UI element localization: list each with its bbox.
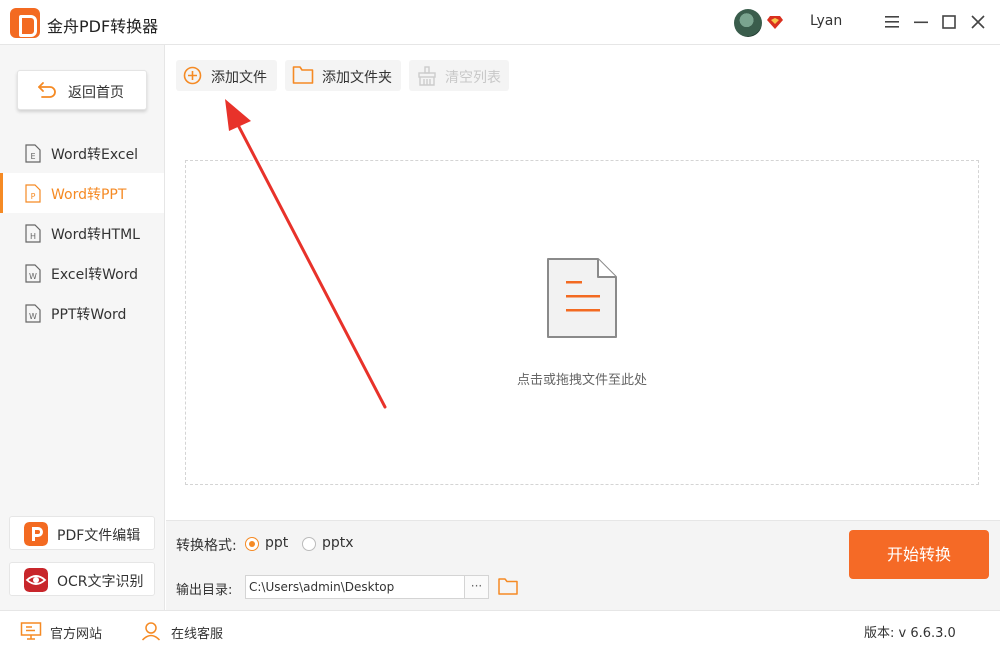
sidebar-item-excel-to-word[interactable]: W Excel转Word <box>0 253 164 293</box>
output-path-input[interactable] <box>245 575 465 599</box>
vip-diamond-icon[interactable] <box>767 15 783 29</box>
add-file-button[interactable]: 添加文件 <box>176 60 277 91</box>
avatar[interactable] <box>734 9 762 37</box>
broom-icon <box>418 66 436 86</box>
svg-text:W: W <box>29 312 37 321</box>
start-convert-button[interactable]: 开始转换 <box>849 530 989 579</box>
sidebar-item-label: Word转HTML <box>51 227 140 243</box>
document-icon <box>547 258 617 338</box>
return-arrow-icon <box>38 82 56 98</box>
folder-icon <box>292 66 314 84</box>
username[interactable]: Lyan <box>810 13 842 29</box>
sidebar-item-word-to-excel[interactable]: E Word转Excel <box>0 133 164 173</box>
output-dir-label: 输出目录: <box>176 583 233 598</box>
sidebar-item-label: PPT转Word <box>51 307 127 323</box>
monitor-icon <box>20 622 42 640</box>
ocr-button[interactable]: OCR文字识别 <box>9 562 155 596</box>
sidebar-item-word-to-html[interactable]: H Word转HTML <box>0 213 164 253</box>
sidebar-item-word-to-ppt[interactable]: P Word转PPT <box>0 173 164 213</box>
format-pptx-label[interactable]: pptx <box>322 535 354 551</box>
svg-text:P: P <box>31 192 36 201</box>
clear-list-button[interactable]: 清空列表 <box>409 60 509 91</box>
version-text: 版本: v 6.6.3.0 <box>864 626 956 641</box>
sidebar-item-label: Excel转Word <box>51 267 139 283</box>
excel-doc-icon: E <box>25 144 41 163</box>
minimize-icon[interactable] <box>911 12 931 32</box>
app-title: 金舟PDF转换器 <box>47 17 159 36</box>
sidebar: 返回首页 E Word转Excel P Word转PPT H Word转HTML… <box>0 45 165 610</box>
sidebar-item-ppt-to-word[interactable]: W PPT转Word <box>0 293 164 333</box>
back-home-label: 返回首页 <box>68 85 124 101</box>
add-circle-icon <box>183 66 202 85</box>
sidebar-item-label: Word转PPT <box>51 187 127 203</box>
svg-text:H: H <box>30 232 36 241</box>
add-folder-button[interactable]: 添加文件夹 <box>285 60 401 91</box>
format-ppt-label[interactable]: ppt <box>265 535 288 551</box>
svg-text:W: W <box>29 272 37 281</box>
svg-text:E: E <box>30 152 35 161</box>
pdf-editor-icon <box>24 522 48 546</box>
online-support-label: 在线客服 <box>171 627 224 642</box>
back-home-button[interactable]: 返回首页 <box>17 70 147 110</box>
add-file-label: 添加文件 <box>211 70 267 86</box>
open-folder-icon[interactable] <box>498 577 518 595</box>
sidebar-item-label: Word转Excel <box>51 147 139 163</box>
title-bar: 金舟PDF转换器 Lyan <box>0 0 1000 45</box>
word-doc-icon: W <box>25 264 41 283</box>
status-bar: 官方网站 在线客服 <box>0 610 1000 650</box>
ppt-doc-icon: P <box>25 184 41 203</box>
menu-icon[interactable] <box>882 12 902 32</box>
user-support-icon <box>141 622 161 641</box>
ocr-label: OCR文字识别 <box>57 574 144 590</box>
format-radio-pptx[interactable] <box>302 537 316 551</box>
annotation-arrow <box>225 99 387 409</box>
online-support-link[interactable]: 在线客服 <box>141 621 231 642</box>
close-icon[interactable] <box>968 12 988 32</box>
format-label: 转换格式: <box>176 538 237 554</box>
clear-list-label: 清空列表 <box>445 70 501 86</box>
html-doc-icon: H <box>25 224 41 243</box>
add-folder-label: 添加文件夹 <box>322 70 392 86</box>
word-doc-icon: W <box>25 304 41 323</box>
maximize-icon[interactable] <box>939 12 959 32</box>
browse-button[interactable]: ··· <box>465 575 489 599</box>
pdf-editor-label: PDF文件编辑 <box>57 528 141 544</box>
pdf-editor-button[interactable]: PDF文件编辑 <box>9 516 155 550</box>
official-website-link[interactable]: 官方网站 <box>20 621 110 642</box>
official-website-label: 官方网站 <box>50 627 103 642</box>
ocr-eye-icon <box>24 568 48 592</box>
format-radio-ppt[interactable] <box>245 537 259 551</box>
app-logo-icon <box>10 8 40 38</box>
